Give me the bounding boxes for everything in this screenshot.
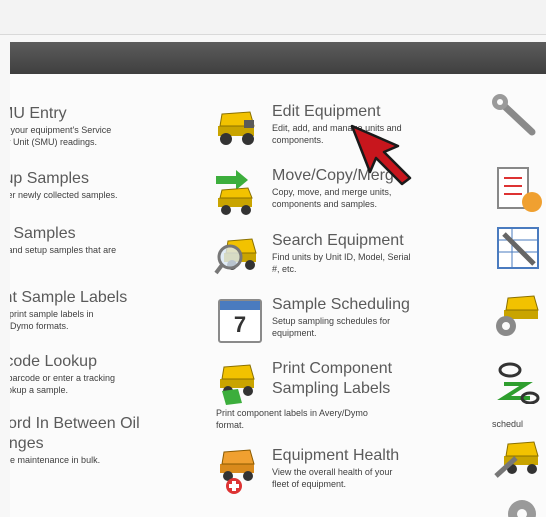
menu-item-desc: nter newly collected samples. (10, 190, 118, 200)
pointer-arrow-icon (350, 124, 412, 186)
top-bar (0, 0, 546, 35)
menu-item-title[interactable]: MU Entry (10, 104, 111, 124)
menu-item-desc: ry/Dymo formats. (10, 321, 69, 331)
right-partial-label: schedul (492, 419, 524, 429)
menu-item-smu-entry[interactable]: MU Entry er your equipment's Service ter… (10, 104, 111, 148)
menu-item-desc: format. (216, 420, 245, 430)
header-bar (10, 42, 546, 74)
menu-item-record-oil-changes[interactable]: cord In Between Oil anges nge maintenanc… (10, 414, 140, 466)
menu-item-title-line2[interactable]: Sampling Labels (272, 379, 392, 399)
calendar-icon: 7 (218, 299, 262, 343)
menu-item-title[interactable]: rcode Lookup (10, 352, 115, 372)
truck-health-icon (220, 449, 255, 494)
menu-item-desc: d and setup samples that are (10, 245, 117, 255)
menu-item-desc: components and samples. (272, 199, 378, 209)
menu-item-title[interactable]: Equipment Health (272, 446, 399, 466)
menu-item-desc: er your equipment's Service (10, 125, 112, 135)
truck-gear-icon[interactable] (494, 292, 544, 342)
menu-item-desc: . (10, 256, 116, 268)
menu-item-barcode-lookup[interactable]: rcode Lookup a barcode or enter a tracki… (10, 352, 115, 396)
menu-item-move-copy-merge[interactable]: Move/Copy/Merge Copy, move, and merge un… (210, 166, 470, 226)
menu-item-desc: Print component labels in Avery/Dymo (216, 408, 368, 418)
menu-item-equipment-health[interactable]: Equipment Health View the overall health… (210, 446, 470, 506)
wrench-icon[interactable] (492, 94, 542, 140)
menu-item-search-equipment[interactable]: Search Equipment Find units by Unit ID, … (210, 231, 470, 291)
menu-item-desc: View the overall health of your (272, 467, 393, 477)
link-icon[interactable] (496, 358, 544, 404)
menu-item-desc: equipment. (272, 328, 317, 338)
gear-icon[interactable] (502, 494, 542, 517)
spreadsheet-wrench-icon[interactable] (496, 226, 544, 274)
menu-item-title[interactable]: Edit Equipment (272, 102, 402, 122)
calendar-day: 7 (233, 312, 247, 337)
truck-arrow-icon (216, 170, 253, 215)
checklist-icon[interactable] (496, 164, 544, 214)
menu-item-title[interactable]: Sample Scheduling (272, 295, 410, 315)
truck-label-icon (220, 364, 255, 405)
menu-item-desc: a barcode or enter a tracking (10, 373, 116, 383)
truck-magnifier-icon (214, 238, 257, 275)
menu-item-setup-samples[interactable]: tup Samples nter newly collected samples… (10, 169, 118, 201)
truck-icon (218, 111, 255, 145)
menu-item-sample-scheduling[interactable]: 7 Sample Scheduling Setup sampling sched… (210, 295, 470, 355)
menu-item-desc: ter Unit (SMU) readings. (10, 137, 98, 147)
menu-item-title[interactable]: Print Component (272, 359, 392, 379)
menu-item-title[interactable]: tup Samples (10, 169, 118, 189)
menu-item-title-line2[interactable]: anges (10, 434, 140, 454)
menu-item-desc: Copy, move, and merge units, (272, 187, 392, 197)
menu-item-print-component-labels[interactable]: Print Component Sampling Labels Print co… (210, 359, 470, 439)
menu-item-desc: w/print sample labels in (10, 309, 94, 319)
menu-item-desc: fleet of equipment. (272, 479, 347, 489)
menu-item-title[interactable]: Search Equipment (272, 231, 411, 251)
menu-item-title[interactable]: int Sample Labels (10, 288, 127, 308)
menu-item-title[interactable]: cord In Between Oil (10, 414, 140, 434)
menu-item-desc: nge maintenance in bulk. (10, 455, 101, 465)
menu-item-print-sample-labels[interactable]: int Sample Labels w/print sample labels … (10, 288, 127, 332)
menu-item-samples[interactable]: e Samples d and setup samples that are . (10, 224, 116, 268)
menu-item-edit-equipment[interactable]: Edit Equipment Edit, add, and manage uni… (210, 102, 470, 162)
menu-item-desc: Setup sampling schedules for (272, 316, 391, 326)
menu-item-title[interactable]: e Samples (10, 224, 116, 244)
menu-item-desc: lookup a sample. (10, 385, 69, 395)
truck-wrench-icon[interactable] (494, 436, 544, 482)
menu-panel: MU Entry er your equipment's Service ter… (10, 74, 546, 517)
menu-item-desc: Find units by Unit ID, Model, Serial (272, 252, 411, 262)
menu-item-desc: #, etc. (272, 264, 297, 274)
